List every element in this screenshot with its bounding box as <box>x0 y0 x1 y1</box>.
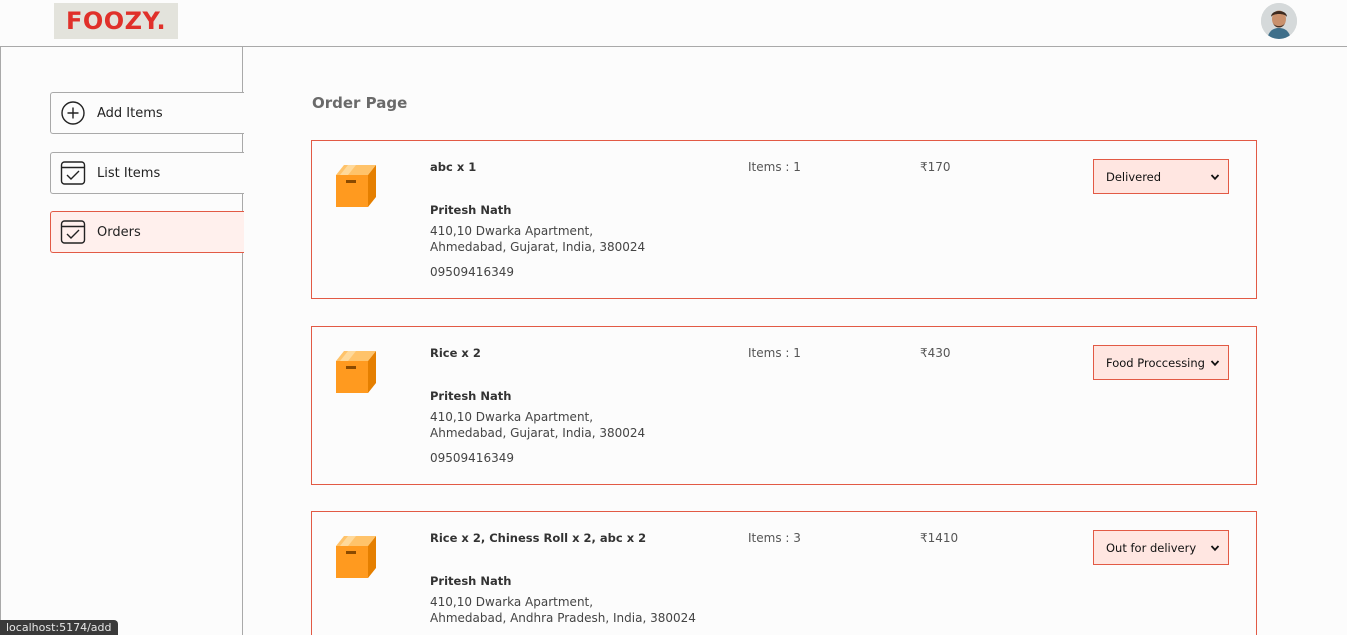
address-line-2: Ahmedabad, Gujarat, India, 380024 <box>430 426 646 440</box>
status-select[interactable]: Food Proccessing <box>1093 345 1229 380</box>
item-count: Items : 3 <box>748 531 801 545</box>
foozy-logo[interactable]: FOOZY. <box>54 3 178 39</box>
status-value: Delivered <box>1106 169 1162 184</box>
order-card: abc x 1 Pritesh Nath 410,10 Dwarka Apart… <box>311 140 1257 299</box>
address-line-2: Ahmedabad, Andhra Pradesh, India, 380024 <box>430 611 696 625</box>
customer-phone: 09509416349 <box>430 265 514 279</box>
main-content: Order Page abc x 1 Pritesh Nath 410,10 D… <box>243 47 1347 635</box>
item-count: Items : 1 <box>748 160 801 174</box>
customer-name: Pritesh Nath <box>430 203 512 217</box>
link-url-status: localhost:5174/add <box>0 620 118 635</box>
status-value: Food Proccessing <box>1106 355 1205 370</box>
checklist-icon <box>60 219 86 245</box>
plus-circle-icon <box>60 100 86 126</box>
logo-text: FOOZY. <box>65 7 167 35</box>
order-items: Rice x 2 <box>430 346 481 360</box>
sidebar-item-add-items[interactable]: Add Items <box>50 92 244 134</box>
order-card: Rice x 2, Chiness Roll x 2, abc x 2 Prit… <box>311 511 1257 635</box>
avatar-icon <box>1261 3 1297 39</box>
status-select[interactable]: Out for delivery <box>1093 530 1229 565</box>
sidebar-item-orders[interactable]: Orders <box>50 211 244 253</box>
order-amount: ₹170 <box>920 160 951 174</box>
sidebar-item-list-items[interactable]: List Items <box>50 152 244 194</box>
sidebar: Add Items List Items Orders <box>0 47 244 635</box>
order-items: abc x 1 <box>430 160 477 174</box>
status-select[interactable]: Delivered <box>1093 159 1229 194</box>
address-line-1: 410,10 Dwarka Apartment, <box>430 224 594 238</box>
parcel-icon <box>334 163 378 209</box>
address-line-2: Ahmedabad, Gujarat, India, 380024 <box>430 240 646 254</box>
customer-name: Pritesh Nath <box>430 574 512 588</box>
address-line-1: 410,10 Dwarka Apartment, <box>430 595 594 609</box>
sidebar-item-label: List Items <box>97 165 161 181</box>
order-amount: ₹430 <box>920 346 951 360</box>
customer-phone: 09509416349 <box>430 451 514 465</box>
page-title: Order Page <box>312 94 408 112</box>
order-amount: ₹1410 <box>920 531 959 545</box>
sidebar-item-label: Add Items <box>97 105 163 121</box>
order-card: Rice x 2 Pritesh Nath 410,10 Dwarka Apar… <box>311 326 1257 485</box>
status-value: Out for delivery <box>1106 540 1197 555</box>
customer-name: Pritesh Nath <box>430 389 512 403</box>
sidebar-item-label: Orders <box>97 224 141 240</box>
checklist-icon <box>60 160 86 186</box>
parcel-icon <box>334 534 378 580</box>
chevron-down-icon <box>1210 359 1220 366</box>
order-items: Rice x 2, Chiness Roll x 2, abc x 2 <box>430 531 647 545</box>
top-navbar: FOOZY. <box>0 0 1347 47</box>
address-line-1: 410,10 Dwarka Apartment, <box>430 410 594 424</box>
chevron-down-icon <box>1210 544 1220 551</box>
chevron-down-icon <box>1210 173 1220 180</box>
item-count: Items : 1 <box>748 346 801 360</box>
parcel-icon <box>334 349 378 395</box>
profile-avatar[interactable] <box>1261 3 1297 39</box>
